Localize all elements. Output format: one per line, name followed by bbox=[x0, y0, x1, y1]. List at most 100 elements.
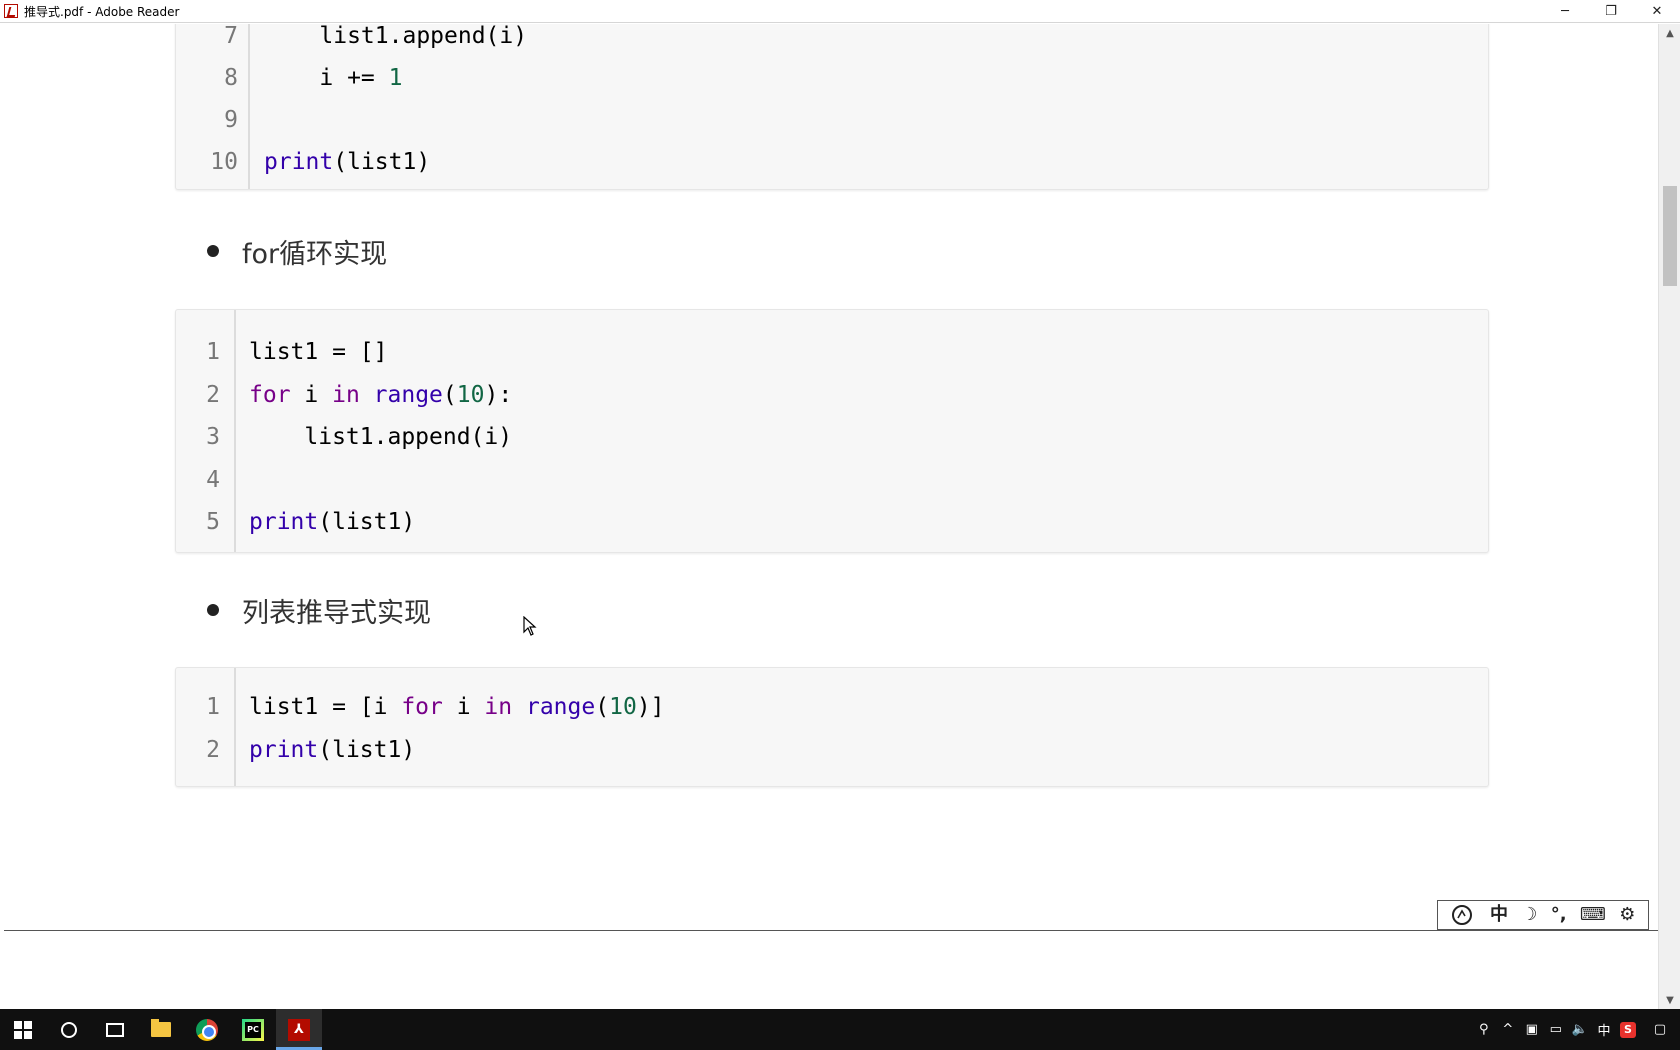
code-token: in bbox=[332, 381, 360, 408]
start-button[interactable] bbox=[0, 1009, 46, 1050]
sogou-logo-icon bbox=[1451, 905, 1472, 925]
code-token: i bbox=[442, 694, 485, 720]
line-number: 2 bbox=[206, 381, 220, 408]
windows-logo-icon bbox=[14, 1020, 32, 1039]
code-token: (list1) bbox=[333, 149, 431, 175]
scroll-up-arrow-icon[interactable]: ▲ bbox=[1659, 24, 1680, 42]
bullet-dot bbox=[207, 245, 219, 257]
line-number: 8 bbox=[224, 65, 238, 91]
code-token: (list1) bbox=[318, 509, 416, 535]
code-line: list1 = [i for i in range(10)] bbox=[249, 687, 665, 727]
code-line: list1 = [] bbox=[249, 332, 387, 372]
code-token: )] bbox=[636, 694, 665, 720]
code-token: list1 = [i bbox=[249, 694, 402, 720]
code-line: list1.append(i) bbox=[264, 24, 527, 56]
chrome-button[interactable] bbox=[184, 1009, 230, 1050]
pycharm-icon: PC bbox=[242, 1018, 264, 1041]
file-explorer-button[interactable] bbox=[138, 1009, 184, 1050]
bullet-dot bbox=[207, 604, 219, 616]
ime-punctuation-icon[interactable]: °, bbox=[1551, 906, 1567, 924]
code-line: print(list1) bbox=[264, 142, 430, 182]
line-number: 9 bbox=[224, 107, 238, 133]
code-token: 1 bbox=[388, 65, 403, 91]
code-token: for bbox=[249, 381, 291, 408]
document-view[interactable]: 7 list1.append(i) 8 i += 1 9 10 print(list1)… bbox=[4, 24, 1658, 931]
code-token: print bbox=[249, 737, 319, 763]
system-tray: ⚲ ^ ▣ ▭ 🔈 中 S ▢ bbox=[1472, 1009, 1680, 1050]
taskbar: PC ⅄ ⚲ ^ ▣ ▭ 🔈 中 S ▢ bbox=[0, 1009, 1680, 1050]
page-separator bbox=[4, 930, 1658, 931]
show-hidden-icons-chevron-icon[interactable]: ^ bbox=[1496, 1009, 1520, 1050]
people-icon[interactable]: ⚲ bbox=[1472, 1009, 1496, 1050]
code-token: 10 bbox=[609, 694, 637, 720]
code-token: ( bbox=[595, 694, 610, 720]
code-token: range bbox=[525, 694, 596, 720]
adobe-reader-taskbar-button[interactable]: ⅄ bbox=[276, 1009, 322, 1050]
notification-center-icon[interactable]: ▢ bbox=[1640, 1009, 1680, 1050]
code-token: ): bbox=[484, 381, 513, 408]
window-controls: ─ ❐ ✕ bbox=[1542, 0, 1680, 23]
security-icon[interactable]: ▣ bbox=[1520, 1009, 1544, 1050]
code-line: i += 1 bbox=[264, 58, 403, 98]
pdf-page: 7 list1.append(i) 8 i += 1 9 10 print(list1)… bbox=[4, 24, 1658, 930]
code-token: print bbox=[249, 509, 319, 535]
search-button[interactable] bbox=[46, 1009, 92, 1050]
line-number: 4 bbox=[206, 466, 220, 493]
code-line: print(list1) bbox=[249, 730, 415, 770]
code-token: in bbox=[484, 694, 513, 720]
chrome-icon bbox=[196, 1018, 218, 1041]
restore-button[interactable]: ❐ bbox=[1588, 0, 1634, 23]
bullet-list-comprehension: 列表推导式实现 bbox=[207, 590, 431, 630]
title-bar: 推导式.pdf - Adobe Reader ─ ❐ ✕ bbox=[0, 0, 1680, 23]
scroll-down-arrow-icon[interactable]: ▼ bbox=[1659, 991, 1680, 1009]
pycharm-button[interactable]: PC bbox=[230, 1009, 276, 1050]
line-number: 10 bbox=[210, 149, 238, 175]
code-line: list1.append(i) bbox=[249, 417, 512, 457]
bullet-text: 列表推导式实现 bbox=[242, 597, 431, 629]
ime-mode-indicator[interactable]: 中 bbox=[1592, 1009, 1616, 1050]
minimize-button[interactable]: ─ bbox=[1542, 0, 1588, 23]
folder-icon bbox=[151, 1019, 171, 1037]
ime-keyboard-icon[interactable]: ⌨ bbox=[1580, 906, 1606, 924]
bullet-text: for循环实现 bbox=[242, 238, 388, 270]
code-token: list1.append(i) bbox=[304, 424, 513, 450]
close-button[interactable]: ✕ bbox=[1634, 0, 1680, 23]
ime-toolbar[interactable]: 中 ☽ °, ⌨ ⚙ bbox=[1437, 900, 1649, 930]
code-token: for bbox=[401, 694, 443, 720]
code-block-list-comprehension: 1 list1 = [i for i in range(10)] 2 print(li… bbox=[175, 667, 1489, 787]
line-number: 1 bbox=[206, 339, 220, 365]
window-title: 推导式.pdf - Adobe Reader bbox=[24, 4, 180, 19]
code-line: for i in range(10): bbox=[249, 375, 512, 415]
task-view-button[interactable] bbox=[92, 1009, 138, 1050]
scroll-thumb[interactable] bbox=[1663, 186, 1677, 286]
bullet-for-loop: for循环实现 bbox=[207, 231, 387, 271]
code-token: print bbox=[264, 149, 334, 175]
sogou-tray-button[interactable]: S bbox=[1616, 1009, 1640, 1050]
code-token: list1.append(i) bbox=[319, 24, 528, 49]
task-view-icon bbox=[106, 1022, 124, 1037]
line-number: 3 bbox=[206, 424, 220, 450]
code-block-while: 7 list1.append(i) 8 i += 1 9 10 print(list1) bbox=[175, 24, 1489, 190]
line-number: 7 bbox=[224, 24, 238, 49]
code-token: list1 = [] bbox=[249, 339, 388, 365]
ime-halfwidth-icon[interactable]: ☽ bbox=[1521, 906, 1537, 924]
ime-chinese-mode-icon[interactable]: 中 bbox=[1490, 906, 1508, 924]
mouse-cursor-icon bbox=[523, 616, 537, 636]
network-icon[interactable]: ▭ bbox=[1544, 1009, 1568, 1050]
acrobat-icon: ⅄ bbox=[288, 1018, 310, 1041]
line-number: 5 bbox=[206, 509, 220, 535]
sogou-icon: S bbox=[1620, 1021, 1636, 1038]
ime-settings-icon[interactable]: ⚙ bbox=[1619, 906, 1635, 924]
code-token: i += bbox=[319, 65, 389, 91]
code-token: ( bbox=[442, 381, 457, 408]
code-token: 10 bbox=[456, 381, 485, 408]
code-token: range bbox=[373, 381, 443, 408]
code-token: (list1) bbox=[318, 737, 416, 763]
line-number: 2 bbox=[206, 737, 220, 763]
vertical-scrollbar[interactable]: ▲ ▼ bbox=[1658, 24, 1680, 1009]
volume-icon[interactable]: 🔈 bbox=[1568, 1009, 1592, 1050]
code-token: i bbox=[290, 381, 333, 408]
cortana-search-icon bbox=[61, 1021, 77, 1038]
code-block-for-loop: 1 list1 = [] 2 for i in range(10): 3 list1.a… bbox=[175, 309, 1489, 553]
